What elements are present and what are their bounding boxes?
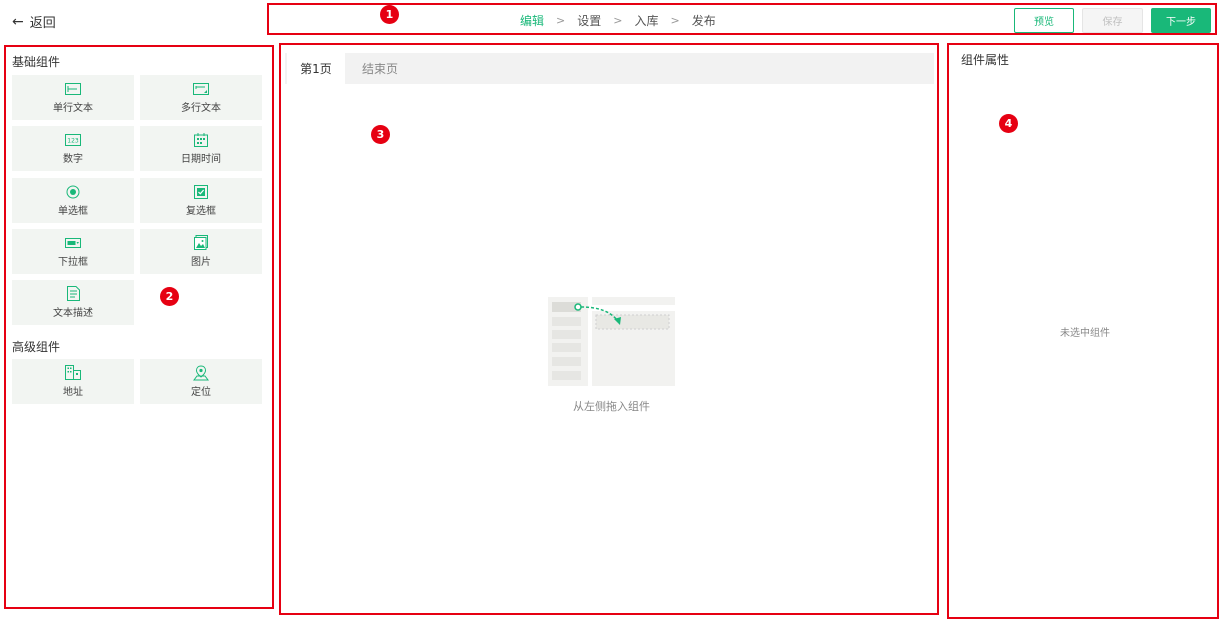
component-label: 复选框 [186, 205, 216, 217]
component-label: 地址 [63, 386, 83, 398]
save-button[interactable]: 保存 [1082, 8, 1143, 33]
multi-line-text-icon [193, 82, 209, 96]
step-settings[interactable]: 设置 [577, 12, 601, 29]
component-radio[interactable]: 单选框 [12, 178, 134, 223]
component-label: 文本描述 [53, 307, 93, 319]
component-label: 下拉框 [58, 256, 88, 268]
location-icon [193, 364, 209, 380]
annotation-badge-2: 2 [160, 287, 179, 306]
chevron-right-icon: > [556, 14, 566, 27]
checkbox-icon [193, 184, 209, 199]
preview-button[interactable]: 预览 [1014, 8, 1074, 33]
component-dropdown[interactable]: 下拉框 [12, 229, 134, 274]
step-publish[interactable]: 发布 [692, 12, 716, 29]
chevron-right-icon: > [613, 14, 623, 27]
component-label: 日期时间 [181, 153, 221, 165]
tab-page-1[interactable]: 第1页 [287, 53, 345, 84]
annotation-badge-4: 4 [999, 114, 1018, 133]
drag-illustration-icon [548, 297, 675, 386]
component-label: 图片 [191, 256, 211, 268]
number-icon: 123 [65, 133, 81, 147]
text-description-icon [65, 286, 81, 301]
component-address[interactable]: 地址 [12, 359, 134, 404]
component-image[interactable]: 图片 [140, 229, 262, 274]
component-label: 单选框 [58, 205, 88, 217]
component-datetime[interactable]: 日期时间 [140, 126, 262, 171]
component-single-line-text[interactable]: 单行文本 [12, 75, 134, 120]
annotation-badge-3: 3 [371, 125, 390, 144]
image-icon [193, 235, 209, 250]
component-number[interactable]: 123 数字 [12, 126, 134, 171]
advanced-components-title: 高级组件 [12, 340, 61, 354]
component-label: 数字 [63, 153, 83, 165]
address-icon [65, 365, 81, 380]
single-line-text-icon [65, 82, 81, 96]
step-storage[interactable]: 入库 [634, 12, 658, 29]
tab-end-page[interactable]: 结束页 [352, 53, 408, 84]
back-button[interactable]: ← 返回 [12, 12, 56, 32]
next-step-button[interactable]: 下一步 [1151, 8, 1211, 33]
dropdown-icon [65, 236, 81, 250]
arrow-left-icon: ← [12, 13, 24, 30]
calendar-icon [193, 132, 209, 147]
radio-icon [65, 185, 81, 199]
properties-title: 组件属性 [961, 53, 1010, 67]
annotation-badge-1: 1 [380, 5, 399, 24]
component-location[interactable]: 定位 [140, 359, 262, 404]
canvas-empty-hint: 从左侧拖入组件 [573, 400, 650, 413]
no-selection-text: 未选中组件 [1060, 328, 1110, 339]
component-text-description[interactable]: 文本描述 [12, 280, 134, 325]
chevron-right-icon: > [670, 14, 680, 27]
component-label: 多行文本 [181, 102, 221, 114]
basic-components-title: 基础组件 [12, 55, 61, 69]
step-edit[interactable]: 编辑 [520, 12, 544, 29]
component-label: 定位 [191, 386, 211, 398]
annotation-box-header [267, 3, 1217, 35]
component-checkbox[interactable]: 复选框 [140, 178, 262, 223]
svg-text:123: 123 [67, 137, 79, 144]
component-label: 单行文本 [53, 102, 93, 114]
step-breadcrumb: 编辑 > 设置 > 入库 > 发布 [520, 12, 716, 29]
back-label: 返回 [29, 16, 56, 31]
component-multi-line-text[interactable]: 多行文本 [140, 75, 262, 120]
